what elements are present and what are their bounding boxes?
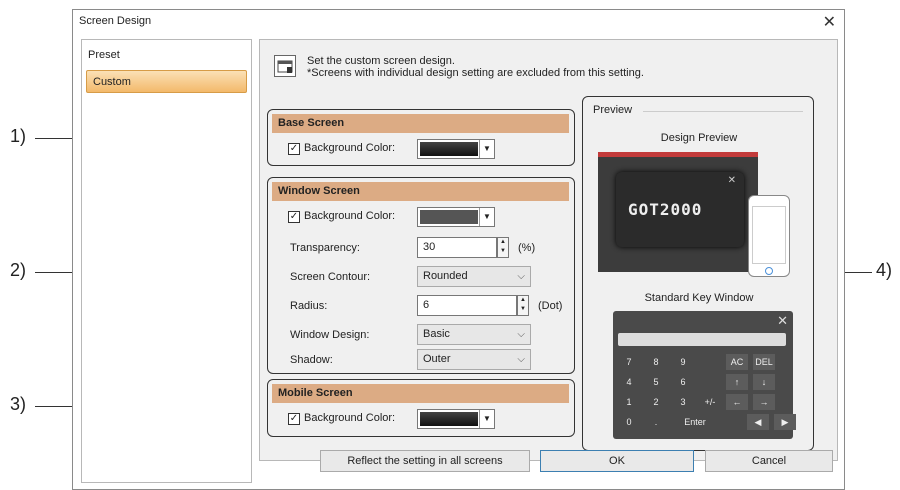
- window-screen-group: Window Screen ✓ Background Color: ▼ Tran…: [267, 177, 575, 374]
- keypad-key: Enter: [684, 417, 706, 427]
- mobile-bg-color-picker[interactable]: ▼: [417, 409, 495, 429]
- window-design-value: Basic: [423, 328, 450, 340]
- content-panel: Set the custom screen design. *Screens w…: [259, 39, 838, 472]
- mobile-screen-header: Mobile Screen: [272, 384, 569, 403]
- ok-button[interactable]: OK: [540, 450, 694, 472]
- keypad-key: ↓: [753, 374, 775, 390]
- key-display: [618, 333, 786, 346]
- color-swatch: [420, 210, 478, 224]
- keypad-key: 6: [680, 377, 686, 387]
- keypad-key: 8: [653, 357, 659, 367]
- phone-screen: [752, 206, 786, 264]
- screen-design-dialog: Screen Design ✕ Preset Custom Set the cu…: [72, 9, 845, 490]
- keypad-key: 7: [626, 357, 632, 367]
- mobile-bg-checkbox[interactable]: ✓: [288, 413, 300, 425]
- window-screen-header: Window Screen: [272, 182, 569, 201]
- keypad-key: 0: [626, 417, 632, 427]
- got2000-logo: GOT2000: [628, 200, 703, 219]
- close-icon: ✕: [777, 313, 788, 328]
- keypad-key: 1: [626, 397, 632, 407]
- callout-1: 1): [10, 126, 27, 146]
- sidebar-item-custom[interactable]: Custom: [86, 70, 247, 93]
- window-bg-color-picker[interactable]: ▼: [417, 207, 495, 227]
- keypad: 7 8 9 AC DEL 4 5 6 ↑ ↓ 1 2 3 +/- ← → 0. Enter ◀ ▶: [618, 354, 796, 434]
- base-screen-group: Base Screen ✓ Background Color: ▼: [267, 109, 575, 166]
- chevron-down-icon: ⌵: [517, 354, 525, 365]
- keypad-key: .: [654, 417, 658, 427]
- design-preview-image: ✕ GOT2000: [598, 152, 758, 272]
- phone-home-button: [765, 267, 773, 275]
- shadow-label: Shadow:: [290, 354, 333, 366]
- key-window-title: Standard Key Window: [644, 292, 754, 304]
- keypad-key: DEL: [753, 354, 775, 370]
- sidebar: Preset Custom: [81, 39, 252, 483]
- sidebar-item-preset[interactable]: Preset: [82, 44, 243, 67]
- window-bg-checkbox[interactable]: ✓: [288, 211, 300, 223]
- screen-settings-icon: [274, 55, 296, 77]
- transparency-input[interactable]: 30: [417, 237, 497, 258]
- transparency-unit: (%): [518, 242, 536, 254]
- contour-select[interactable]: Rounded ⌵: [417, 266, 531, 287]
- chevron-down-icon: ⌵: [517, 271, 525, 282]
- keypad-key: 9: [680, 357, 686, 367]
- radius-unit: (Dot): [538, 300, 563, 312]
- keypad-key: ▶: [774, 414, 796, 430]
- base-screen-bar: [598, 152, 758, 157]
- dialog-title: Screen Design: [79, 15, 152, 27]
- info-text-2: *Screens with individual design setting …: [307, 67, 644, 79]
- window-design-label: Window Design:: [290, 329, 370, 341]
- dropdown-arrow-icon[interactable]: ▼: [479, 208, 494, 226]
- contour-value: Rounded: [423, 270, 468, 282]
- keypad-key: 2: [653, 397, 659, 407]
- keypad-key: 5: [653, 377, 659, 387]
- callout-2: 2): [10, 260, 27, 280]
- base-screen-header: Base Screen: [272, 114, 569, 133]
- transparency-spinner[interactable]: ▲ ▼: [497, 237, 509, 258]
- transparency-label: Transparency:: [290, 242, 360, 254]
- keypad-key: ←: [726, 394, 748, 410]
- keypad-key: +/-: [704, 397, 716, 407]
- contour-label: Screen Contour:: [290, 271, 371, 283]
- keypad-key: ↑: [726, 374, 748, 390]
- titlebar: Screen Design ✕: [73, 10, 844, 34]
- preview-label: Preview: [593, 104, 633, 116]
- color-swatch: [420, 142, 478, 156]
- chevron-down-icon: ⌵: [517, 329, 525, 340]
- radius-input[interactable]: 6: [417, 295, 517, 316]
- color-swatch: [420, 412, 478, 426]
- base-bg-checkbox[interactable]: ✓: [288, 143, 300, 155]
- keypad-key: 3: [680, 397, 686, 407]
- window-preview: ✕ GOT2000: [616, 172, 744, 247]
- design-preview-title: Design Preview: [660, 132, 738, 144]
- callout-3: 3): [10, 394, 27, 414]
- dropdown-arrow-icon[interactable]: ▼: [479, 410, 494, 428]
- keypad-key: ◀: [747, 414, 769, 430]
- cancel-button[interactable]: Cancel: [705, 450, 833, 472]
- base-bg-label: Background Color:: [304, 142, 396, 154]
- preview-divider: [643, 111, 803, 112]
- keypad-key: AC: [726, 354, 748, 370]
- info-text-1: Set the custom screen design.: [307, 55, 455, 67]
- radius-label: Radius:: [290, 300, 328, 312]
- mobile-bg-label: Background Color:: [304, 412, 396, 424]
- reflect-all-button[interactable]: Reflect the setting in all screens: [320, 450, 530, 472]
- shadow-select[interactable]: Outer ⌵: [417, 349, 531, 370]
- mobile-screen-group: Mobile Screen ✓ Background Color: ▼: [267, 379, 575, 437]
- keypad-key: →: [753, 394, 775, 410]
- shadow-value: Outer: [423, 353, 451, 365]
- radius-spinner[interactable]: ▲ ▼: [517, 295, 529, 316]
- close-icon[interactable]: ✕: [823, 12, 836, 32]
- close-icon: ✕: [727, 175, 736, 186]
- dropdown-arrow-icon[interactable]: ▼: [479, 140, 494, 158]
- keypad-key: 4: [626, 377, 632, 387]
- key-window-image: ✕ 7 8 9 AC DEL 4 5 6 ↑ ↓ 1 2 3 +/- ← → 0. Enter ◀ ▶: [613, 311, 796, 439]
- base-bg-color-picker[interactable]: ▼: [417, 139, 495, 159]
- callout-4: 4): [876, 260, 893, 280]
- window-bg-label: Background Color:: [304, 210, 396, 222]
- smartphone-icon: [748, 195, 790, 277]
- preview-group: Preview Design Preview ✕ GOT2000 Standar…: [582, 96, 814, 451]
- window-design-select[interactable]: Basic ⌵: [417, 324, 531, 345]
